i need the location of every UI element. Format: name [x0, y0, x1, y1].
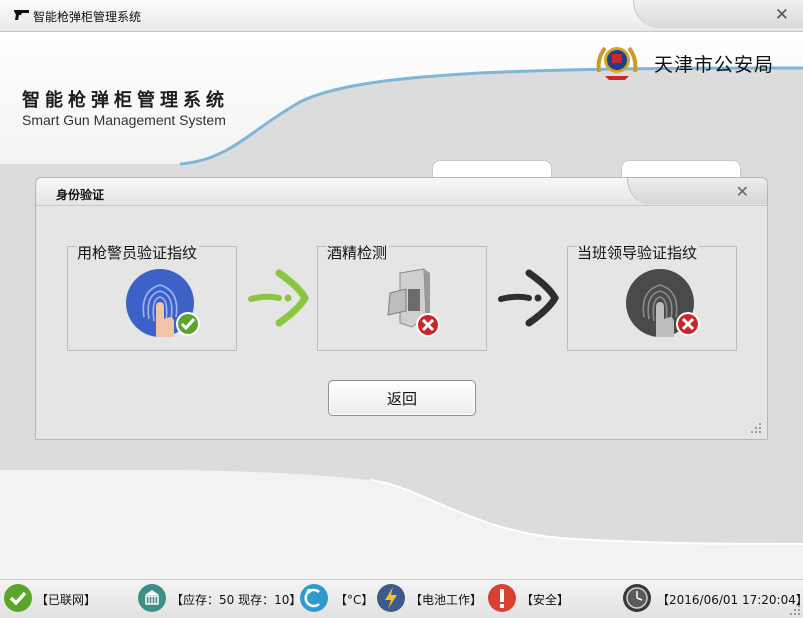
safety-status: 【安全】	[521, 593, 570, 607]
main-window: 智能枪弹柜管理系统 ✕ 智能枪弹柜管理系统 Smart Gun Manageme…	[0, 0, 803, 618]
back-button[interactable]: 返回	[328, 380, 476, 416]
close-icon[interactable]: ✕	[775, 5, 789, 25]
fingerprint-icon	[126, 269, 200, 337]
network-check-icon	[4, 584, 32, 612]
battery-power-icon	[377, 584, 405, 612]
app-name-cn: 智能枪弹柜管理系统	[22, 90, 229, 111]
step-label: 酒精检测	[327, 242, 390, 263]
resize-grip-icon[interactable]	[790, 605, 800, 615]
fingerprint-icon	[626, 269, 700, 337]
stock-status: 【应存：50 现存：10】	[171, 593, 302, 607]
temperature-status: 【°C】	[335, 593, 374, 607]
step-alcohol-test: 酒精检测	[317, 242, 487, 351]
network-status: 【已联网】	[36, 593, 97, 607]
thermometer-icon	[300, 584, 328, 612]
app-name-en: Smart Gun Management System	[22, 112, 226, 128]
step-label: 当班领导验证指纹	[577, 242, 700, 263]
alert-icon	[488, 584, 516, 612]
clock-icon	[623, 584, 651, 612]
step-leader-fingerprint: 当班领导验证指纹	[567, 242, 737, 351]
step-officer-fingerprint: 用枪警员验证指纹	[67, 242, 237, 351]
title-bar: 智能枪弹柜管理系统 ✕	[0, 0, 803, 32]
dialog-title-bar: 身份验证 ✕	[36, 178, 767, 206]
window-title: 智能枪弹柜管理系统	[33, 10, 142, 24]
dialog-title: 身份验证	[56, 188, 105, 202]
police-badge-icon	[596, 46, 638, 80]
alcohol-tester-icon	[387, 268, 440, 337]
datetime-status: 【2016/06/01 17:20:04】	[657, 593, 803, 607]
gun-cabinet-icon	[138, 584, 166, 612]
resize-grip-icon[interactable]	[751, 423, 761, 433]
status-bar: 【已联网】 【应存：50 现存：10】 【°C】 【电池工作】 【安全】 【20…	[0, 579, 803, 618]
pistol-icon	[14, 10, 29, 20]
dialog-close-icon[interactable]: ✕	[736, 182, 749, 201]
arrow-right-icon	[248, 269, 309, 327]
step-label: 用枪警员验证指纹	[77, 242, 200, 263]
arrow-right-icon	[498, 269, 559, 327]
police-bureau-name: 天津市公安局	[654, 54, 775, 76]
footer-background	[0, 470, 803, 580]
identity-verification-dialog: 身份验证 ✕ 用枪警员验证指纹 酒精检测 当班领导验证指纹 返回	[35, 177, 768, 440]
power-status: 【电池工作】	[410, 593, 483, 607]
